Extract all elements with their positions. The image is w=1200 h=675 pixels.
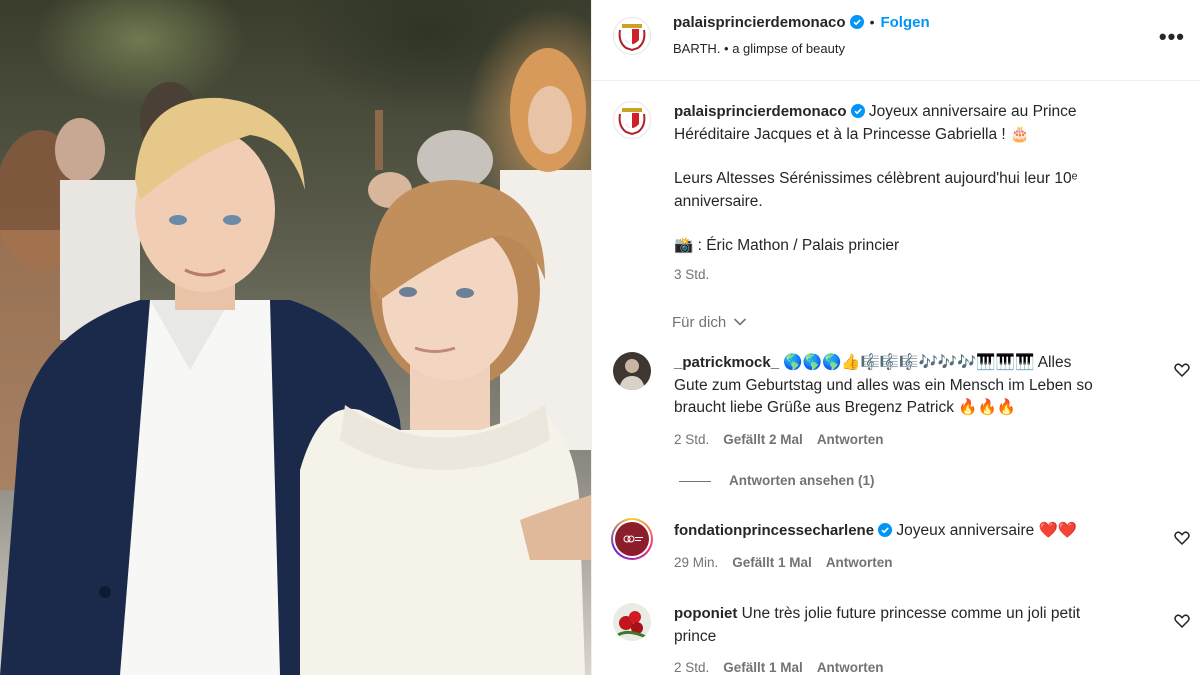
header-username[interactable]: palaisprincierdemonaco [673, 14, 846, 31]
verified-badge-icon [878, 523, 893, 537]
comment-item: _patrickmock_ 🌎🌎🌎👍🎼🎼🎼🎶🎶🎶🎹🎹🎹 Alles Gute z… [674, 352, 1154, 451]
more-options-icon[interactable]: ••• [1159, 24, 1185, 50]
comment-time[interactable]: 29 Min. [674, 555, 718, 570]
replies-divider [679, 480, 711, 482]
view-replies-label: Antworten ansehen (1) [729, 473, 875, 488]
post-header: palaisprincierdemonaco • Folgen BARTH. • a… [592, 0, 1200, 81]
caption-text-line2: Héréditaire Jacques et à la Princesse Ga… [674, 125, 1030, 143]
post-caption: palaisprincierdemonaco Joyeux anniversai… [674, 101, 1174, 286]
comment-likes[interactable]: Gefällt 2 Mal [723, 432, 803, 447]
comment-reply-button[interactable]: Antworten [826, 555, 893, 570]
monaco-crest-icon [618, 108, 646, 136]
post-side-panel: palaisprincierdemonaco • Folgen BARTH. • a… [591, 0, 1200, 675]
caption-username[interactable]: palaisprincierdemonaco [674, 103, 847, 120]
comment-text-line1: 🌎🌎🌎👍🎼🎼🎼🎶🎶🎶🎹🎹🎹 Alles [783, 354, 1072, 371]
comment-time[interactable]: 2 Std. [674, 660, 709, 675]
comment-meta: 2 Std. Gefällt 1 Mal Antworten [674, 657, 1154, 675]
comment-likes[interactable]: Gefällt 1 Mal [723, 660, 803, 675]
commenter-avatar-story-ring[interactable] [611, 518, 653, 560]
caption-text-line3: Leurs Altesses Sérénissimes célèbrent au… [674, 170, 1078, 187]
comment-username[interactable]: fondationprincessecharlene [674, 522, 874, 539]
caption-text-line1: Joyeux anniversaire au Prince [868, 103, 1077, 120]
foundation-logo-icon [615, 522, 649, 556]
post-photo[interactable] [0, 0, 591, 675]
user-photo-icon [619, 359, 645, 390]
comment-meta: 29 Min. Gefällt 1 Mal Antworten [674, 552, 1154, 575]
monaco-crest-icon [618, 24, 646, 52]
follow-button[interactable]: Folgen [880, 14, 929, 31]
comment-username[interactable]: poponiet [674, 605, 737, 622]
comment-sort-dropdown[interactable]: Für dich [672, 314, 747, 331]
comment-time[interactable]: 2 Std. [674, 432, 709, 447]
comment-text-line1: Une très jolie future princesse comme un… [741, 605, 1081, 622]
like-heart-icon[interactable] [1174, 530, 1190, 546]
verified-badge-icon [850, 104, 865, 118]
comment-item: fondationprincessecharlene Joyeux annive… [674, 520, 1154, 574]
commenter-avatar[interactable] [613, 352, 651, 390]
comment-text-line3: braucht liebe Grüße aus Bregenz Patrick … [674, 399, 1017, 416]
header-separator: • [869, 14, 875, 30]
comment-username[interactable]: _patrickmock_ [674, 354, 779, 371]
like-heart-icon[interactable] [1174, 362, 1190, 378]
comment-likes[interactable]: Gefällt 1 Mal [732, 555, 812, 570]
commenter-avatar[interactable] [613, 603, 651, 641]
comment-item: poponiet Une très jolie future princesse… [674, 603, 1154, 675]
like-heart-icon[interactable] [1174, 613, 1190, 629]
chevron-down-icon [734, 318, 747, 326]
caption-avatar[interactable] [613, 101, 651, 139]
verified-badge-icon [849, 15, 864, 29]
header-subtitle[interactable]: BARTH. • a glimpse of beauty [673, 41, 845, 56]
comment-reply-button[interactable]: Antworten [817, 432, 884, 447]
caption-time[interactable]: 3 Std. [674, 264, 1174, 287]
photo-illustration [0, 48, 591, 675]
comment-text-line2: prince [674, 627, 717, 645]
view-replies-button[interactable]: Antworten ansehen (1) [679, 473, 875, 488]
account-avatar[interactable] [613, 17, 651, 55]
caption-credit: 📸 : Éric Mathon / Palais princier [674, 237, 900, 254]
comment-sort-label: Für dich [672, 314, 727, 331]
caption-text-line4: anniversaire. [674, 192, 763, 210]
comment-reply-button[interactable]: Antworten [817, 660, 884, 675]
comment-meta: 2 Std. Gefällt 2 Mal Antworten [674, 429, 1154, 452]
comment-text-line1: Joyeux anniversaire ❤️❤️ [896, 522, 1078, 539]
rose-photo-icon [617, 611, 647, 639]
comment-text-line2: Gute zum Geburtstag und alles was ein Me… [674, 376, 1093, 394]
